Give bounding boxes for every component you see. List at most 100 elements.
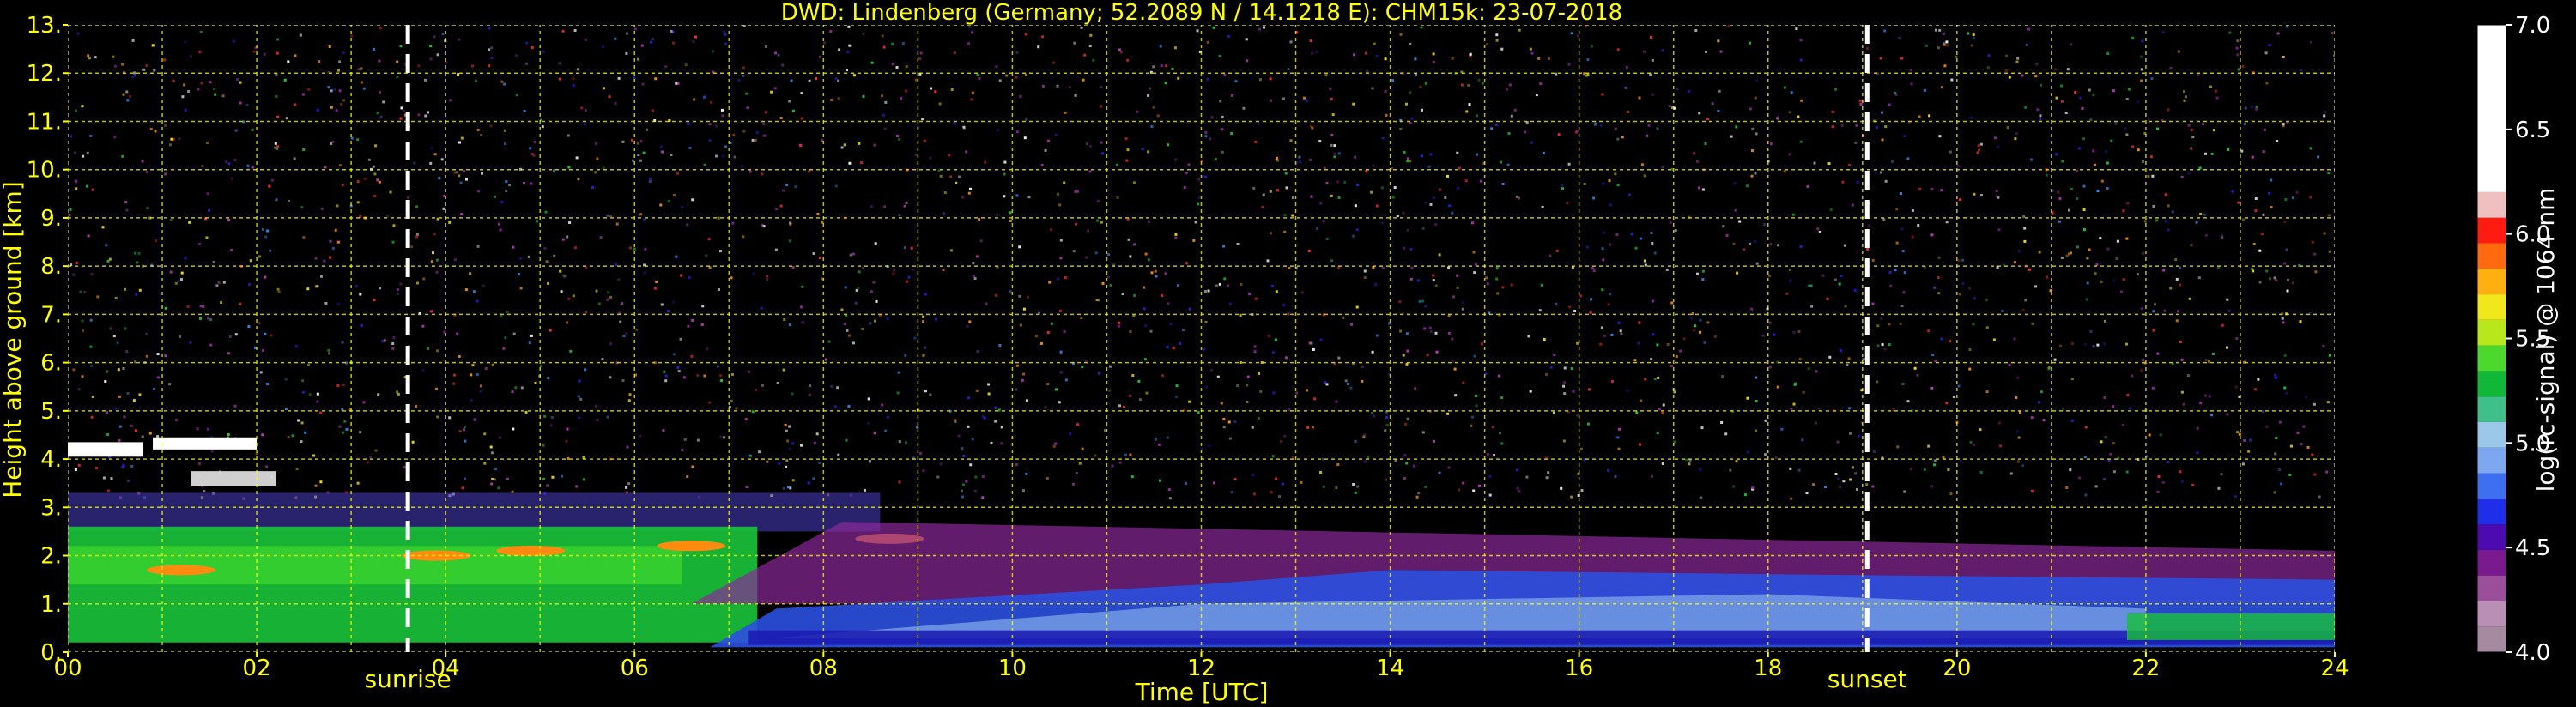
- noise-speck: [808, 79, 811, 82]
- noise-speck: [1937, 276, 1940, 279]
- noise-speck: [1789, 279, 1792, 282]
- noise-speck: [1872, 450, 1876, 453]
- noise-speck: [2054, 153, 2058, 156]
- noise-speck: [1508, 83, 1512, 87]
- noise-speck: [1682, 337, 1686, 341]
- noise-speck: [1614, 474, 1617, 478]
- noise-speck: [415, 233, 419, 236]
- noise-speck: [209, 81, 212, 84]
- noise-speck: [873, 143, 876, 147]
- noise-speck: [1426, 354, 1429, 357]
- colorbar-tick-label: 7.0: [2515, 13, 2550, 39]
- noise-speck: [1126, 148, 1130, 152]
- noise-speck: [2278, 468, 2282, 471]
- noise-speck: [869, 322, 872, 325]
- noise-speck: [621, 140, 625, 143]
- noise-speck: [358, 68, 361, 71]
- noise-speck: [754, 138, 757, 142]
- noise-speck: [1052, 444, 1056, 448]
- noise-speck: [1851, 466, 1854, 469]
- noise-speck: [1046, 139, 1050, 142]
- colorbar-segment: [2477, 294, 2506, 320]
- noise-speck: [263, 52, 266, 56]
- noise-speck: [77, 388, 81, 391]
- noise-speck: [1500, 160, 1502, 164]
- noise-speck: [490, 46, 494, 50]
- noise-speck: [997, 408, 1001, 412]
- noise-speck: [372, 47, 375, 51]
- noise-speck: [1627, 111, 1630, 113]
- noise-speck: [1311, 426, 1314, 429]
- noise-speck: [252, 50, 256, 53]
- noise-speck: [221, 94, 225, 98]
- noise-speck: [1147, 258, 1150, 262]
- noise-speck: [1227, 284, 1229, 287]
- noise-speck: [584, 368, 587, 372]
- noise-speck: [1931, 354, 1935, 356]
- noise-speck: [251, 128, 254, 131]
- noise-speck: [2121, 424, 2124, 426]
- noise-speck: [180, 278, 183, 281]
- noise-speck: [1044, 406, 1047, 409]
- noise-speck: [1208, 444, 1211, 447]
- noise-speck: [1607, 468, 1610, 472]
- noise-speck: [1073, 41, 1076, 45]
- noise-speck: [1361, 365, 1364, 368]
- noise-speck: [1063, 330, 1066, 334]
- noise-speck: [1848, 407, 1852, 410]
- noise-speck: [1159, 45, 1162, 48]
- noise-speck: [1743, 493, 1747, 497]
- noise-speck: [983, 416, 986, 420]
- noise-speck: [430, 310, 433, 313]
- noise-speck: [684, 63, 688, 67]
- noise-speck: [138, 393, 142, 396]
- noise-speck: [1333, 155, 1336, 159]
- noise-speck: [1245, 38, 1248, 41]
- noise-speck: [838, 48, 841, 51]
- noise-speck: [196, 427, 199, 431]
- noise-speck: [1213, 481, 1216, 485]
- noise-speck: [1591, 45, 1593, 48]
- noise-speck: [427, 347, 430, 350]
- noise-speck: [922, 315, 925, 318]
- noise-speck: [2302, 425, 2306, 428]
- noise-speck: [1283, 214, 1287, 217]
- noise-speck: [473, 290, 476, 293]
- noise-speck: [1601, 93, 1604, 96]
- noise-speck: [95, 467, 98, 469]
- noise-speck: [1325, 383, 1329, 386]
- colorbar: [2476, 24, 2507, 653]
- noise-speck: [682, 376, 686, 379]
- noise-speck: [1276, 159, 1279, 162]
- noise-speck: [1930, 188, 1934, 191]
- noise-speck: [2147, 117, 2150, 120]
- lidar-chart: DWD: Lindenberg (Germany; 52.2089 N / 14…: [0, 0, 2560, 706]
- noise-speck: [511, 390, 514, 394]
- noise-speck: [628, 393, 632, 396]
- noise-speck: [164, 306, 167, 310]
- noise-speck: [967, 425, 970, 428]
- noise-speck: [1579, 294, 1583, 298]
- noise-speck: [1324, 74, 1328, 77]
- noise-speck: [1670, 365, 1674, 368]
- noise-speck: [2262, 213, 2265, 216]
- noise-speck: [1465, 110, 1469, 113]
- noise-speck: [1530, 51, 1534, 55]
- noise-speck: [2279, 482, 2282, 486]
- noise-speck: [970, 98, 973, 101]
- noise-speck: [1979, 471, 1983, 474]
- noise-speck: [1666, 343, 1670, 346]
- noise-speck: [1675, 355, 1678, 358]
- noise-speck: [906, 280, 909, 283]
- noise-speck: [2243, 439, 2246, 442]
- noise-speck: [1751, 127, 1755, 130]
- noise-speck: [500, 201, 504, 204]
- noise-speck: [1174, 158, 1178, 161]
- noise-speck: [724, 145, 728, 148]
- noise-speck: [1284, 356, 1288, 360]
- noise-speck: [776, 382, 779, 384]
- noise-speck: [995, 65, 998, 69]
- noise-speck: [633, 247, 636, 251]
- noise-speck: [2260, 233, 2264, 236]
- noise-speck: [511, 490, 514, 493]
